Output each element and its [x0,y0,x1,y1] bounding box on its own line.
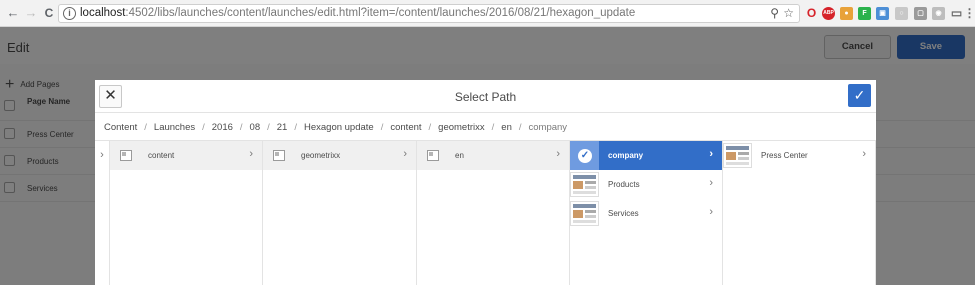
breadcrumb-item[interactable]: geometrixx [438,122,484,133]
breadcrumb-item: company [528,122,568,133]
column-gutter [95,141,110,285]
page-thumbnail[interactable] [570,172,599,197]
close-icon: ✕ [104,87,117,104]
cookie-icon[interactable]: ● [840,7,853,20]
breadcrumb-item[interactable]: 2016 [212,122,233,133]
address-bar[interactable]: i localhost:4502/libs/launches/content/l… [58,4,800,23]
column-item-label: en [455,151,464,160]
breadcrumb-item[interactable]: en [501,122,512,133]
column-item-press-center[interactable]: Press Center › [723,141,875,170]
url-path: :4502/libs/launches/content/launches/edi… [125,7,636,19]
breadcrumb-separator: / [518,122,522,133]
breadcrumb-separator: / [428,122,432,133]
chevron-right-icon[interactable]: › [249,148,253,160]
extension-grey3-icon[interactable]: ◉ [932,7,945,20]
chevron-right-icon[interactable]: › [862,148,866,160]
extension-grey2-icon[interactable]: ▢ [914,7,927,20]
column-item-label: company [608,151,644,160]
close-button[interactable]: ✕ [99,85,122,108]
breadcrumb-item[interactable]: Launches [154,122,195,133]
page-thumbnail[interactable] [723,143,752,168]
chevron-right-icon[interactable]: › [709,148,713,160]
select-path-dialog: Select Path ✕ ✓ Content / Launches / 2016 / 08… [95,80,876,285]
breadcrumb-item[interactable]: 21 [277,122,288,133]
folder-icon [120,150,132,161]
breadcrumb-separator: / [380,122,384,133]
breadcrumb-separator: / [202,122,205,133]
breadcrumb-separator: / [491,122,495,133]
extension-grey-icon[interactable]: ○ [895,7,908,20]
page-thumbnail[interactable] [570,201,599,226]
opera-icon[interactable]: O [805,7,818,20]
bookmark-star-icon[interactable]: ☆ [783,6,794,20]
breadcrumb-separator: / [144,122,147,133]
column-item-services[interactable]: Services › [570,199,722,228]
breadcrumb-separator: / [294,122,297,133]
url-host: localhost [80,7,126,19]
column-item-label: Services [608,209,639,218]
column-1: content › [110,141,263,285]
column-item-content[interactable]: content › [110,141,262,170]
column-item-en[interactable]: en › [417,141,569,170]
checkmark-icon: ✓ [578,149,592,163]
breadcrumb-item[interactable]: 08 [250,122,261,133]
adblock-icon[interactable]: ABP [822,7,835,20]
breadcrumb-separator: / [267,122,270,133]
column-item-label: content [148,151,175,160]
selected-item-thumbnail[interactable]: ✓ [570,141,599,170]
chevron-right-icon[interactable]: › [403,148,407,160]
cast-icon[interactable]: ▭ [950,7,963,20]
column-item-geometrixx[interactable]: geometrixx › [263,141,416,170]
zoom-icon[interactable]: ⚲ [770,6,779,20]
dialog-header: Select Path ✕ ✓ [95,80,876,113]
dialog-title: Select Path [454,90,517,104]
breadcrumb-item[interactable]: Content [104,122,137,133]
info-icon[interactable]: i [63,7,76,20]
extension-blue-icon[interactable]: ▣ [876,7,889,20]
back-icon[interactable]: ← [6,6,20,20]
column-3: en › [417,141,570,285]
browser-toolbar: ← → C i localhost:4502/libs/launches/con… [0,0,975,27]
breadcrumb-separator: / [239,122,243,133]
column-2: geometrixx › [263,141,417,285]
chevron-right-icon[interactable]: › [556,148,560,160]
checkmark-icon: ✓ [853,87,866,103]
url-text[interactable]: localhost:4502/libs/launches/content/lau… [80,7,635,19]
column-item-label: geometrixx [301,151,341,160]
confirm-button[interactable]: ✓ [848,84,871,107]
menu-icon[interactable]: ⋮ [963,7,975,20]
breadcrumb-item[interactable]: content [390,122,421,133]
column-item-label: Press Center [761,151,808,160]
breadcrumb-item[interactable]: Hexagon update [304,122,374,133]
chevron-right-icon[interactable]: › [709,206,713,218]
reload-icon[interactable]: C [42,6,56,20]
folder-icon [427,150,439,161]
column-4: ✓ company › Products › Services › [570,141,723,285]
chevron-right-icon[interactable]: › [709,177,713,189]
column-item-label: Products [608,180,640,189]
column-item-products[interactable]: Products › [570,170,722,199]
feedly-icon[interactable]: F [858,7,871,20]
column-item-company[interactable]: ✓ company › [570,141,722,170]
column-5: Press Center › [723,141,876,285]
forward-icon[interactable]: → [24,6,38,20]
folder-icon [273,150,285,161]
breadcrumb: Content / Launches / 2016 / 08 / 21 / Hexagon upda… [104,122,567,133]
